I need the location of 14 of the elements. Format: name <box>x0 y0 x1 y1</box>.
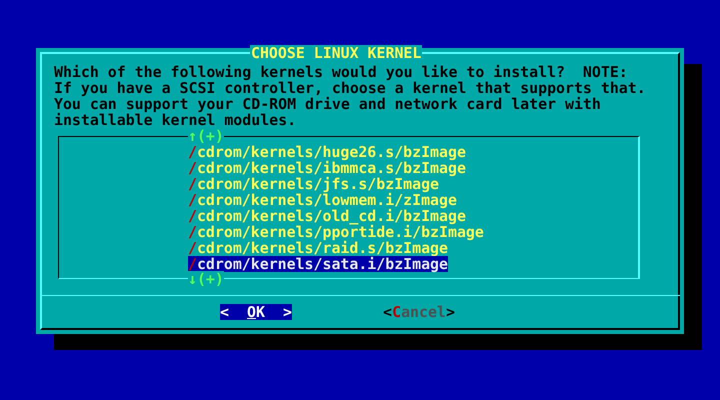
kernel-list-item[interactable]: /cdrom/kernels/raid.s/bzImage <box>188 240 448 256</box>
kernel-list-item[interactable]: /cdrom/kernels/ibmmca.s/bzImage <box>188 160 466 176</box>
kernel-list-item[interactable]: /cdrom/kernels/jfs.s/bzImage <box>188 176 440 192</box>
cancel-button[interactable]: <Cancel> <box>383 304 455 320</box>
kernel-list-item[interactable]: /cdrom/kernels/old_cd.i/bzImage <box>188 208 466 224</box>
kernel-list-item[interactable]: /cdrom/kernels/huge26.s/bzImage <box>188 144 466 160</box>
kernel-list-item[interactable]: /cdrom/kernels/sata.i/bzImage <box>188 256 448 272</box>
ok-button[interactable]: < OK > <box>220 304 292 320</box>
kernel-list-item[interactable]: /cdrom/kernels/lowmem.i/zImage <box>188 192 457 208</box>
scroll-up-indicator[interactable]: ↑(+) <box>188 128 224 144</box>
kernel-list-item[interactable]: /cdrom/kernels/pportide.i/bzImage <box>188 224 484 240</box>
prompt-text: Which of the following kernels would you like to install? NOTE: If you have a SCSI controller, choose a kernel that supports that. You can support your CD-ROM drive and network card later with installable kernel modules. <box>54 64 647 128</box>
dialog-title: CHOOSE LINUX KERNEL <box>250 45 422 61</box>
scroll-down-indicator[interactable]: ↓(+) <box>188 271 224 287</box>
